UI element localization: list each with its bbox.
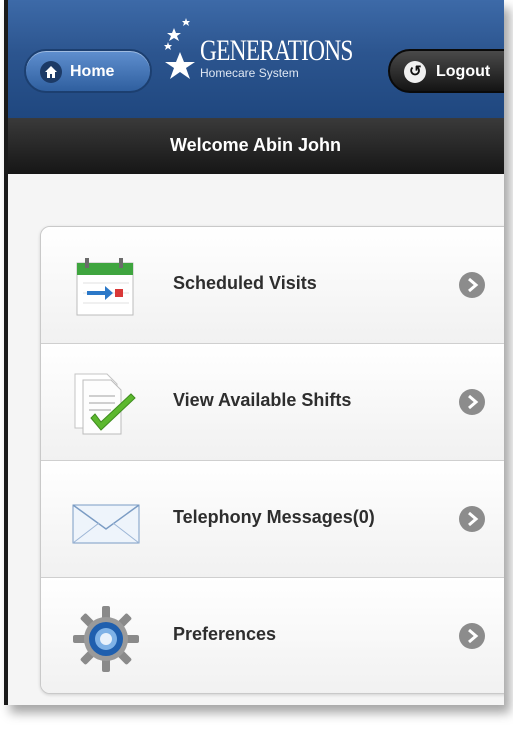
logout-icon: ↺ [404, 61, 426, 83]
app-frame: Home GENERATIONS Homecare System ↺ Logou… [4, 0, 504, 705]
calendar-icon [76, 258, 134, 316]
chevron-right-icon [459, 506, 485, 532]
menu-item-scheduled-visits[interactable]: Scheduled Visits [41, 227, 504, 344]
gear-icon [73, 606, 139, 672]
menu-item-telephony-messages[interactable]: Telephony Messages(0) [41, 461, 504, 578]
home-button[interactable]: Home [24, 49, 152, 93]
menu-item-label: Scheduled Visits [173, 273, 317, 293]
welcome-bar: Welcome Abin John [8, 118, 504, 174]
stars-icon [164, 18, 195, 79]
menu-item-preferences[interactable]: Preferences [41, 578, 504, 693]
generations-logo: GENERATIONS Homecare System [160, 14, 370, 90]
header-bar: Home GENERATIONS Homecare System ↺ Logou… [8, 0, 504, 118]
logout-button[interactable]: ↺ Logout [388, 49, 504, 93]
menu-item-view-available-shifts[interactable]: View Available Shifts [41, 344, 504, 461]
menu-item-label: Telephony Messages(0) [173, 507, 375, 527]
chevron-right-icon [459, 623, 485, 649]
logo-tagline: Homecare System [200, 66, 299, 80]
chevron-right-icon [459, 272, 485, 298]
menu-item-label: View Available Shifts [173, 390, 352, 410]
logo-brand: GENERATIONS [200, 34, 353, 67]
chevron-right-icon [459, 389, 485, 415]
home-button-label: Home [70, 63, 115, 80]
welcome-text: Welcome Abin John [170, 135, 342, 155]
checkmark-document-icon [74, 373, 136, 435]
menu-item-label: Preferences [173, 624, 277, 644]
main-menu-list: Scheduled Visits View Available Shifts T… [40, 226, 504, 694]
home-icon [40, 61, 62, 83]
logout-button-label: Logout [436, 63, 491, 80]
envelope-icon [72, 504, 140, 544]
